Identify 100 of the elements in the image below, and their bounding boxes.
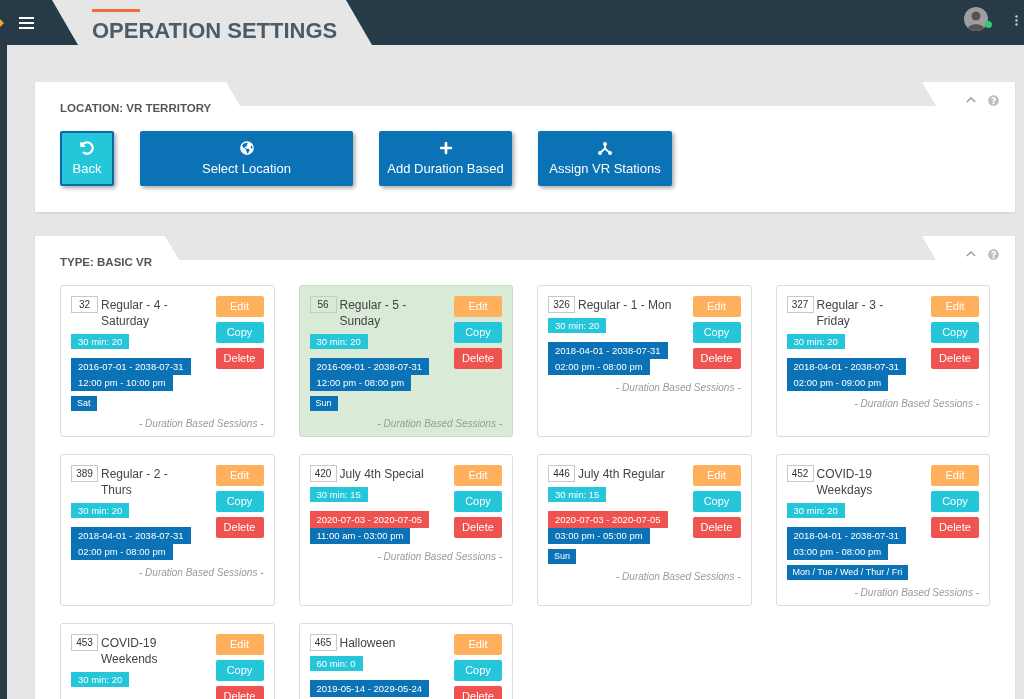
- logo-icon: [0, 18, 4, 27]
- order-input-field[interactable]: 465: [309, 634, 337, 651]
- edit-button[interactable]: Edit: [215, 634, 264, 655]
- time-range-badge: 03:00 pm - 05:00 pm: [548, 528, 650, 544]
- date-range-badge: 2018-04-01 - 2038-07-31: [548, 342, 668, 359]
- page-title: OPERATION SETTINGS: [92, 18, 338, 44]
- time-range-badge: 02:00 pm - 08:00 pm: [548, 359, 650, 375]
- delete-button[interactable]: Delete: [215, 517, 264, 538]
- copy-button[interactable]: Copy: [215, 322, 264, 343]
- date-range-badge: 2016-09-01 - 2038-07-31: [309, 358, 430, 375]
- order-input-field[interactable]: 327: [786, 296, 814, 313]
- session-name: Regular - 2 - Thurs: [101, 466, 169, 498]
- help-icon[interactable]: [988, 94, 999, 106]
- card-footer-note: - Duration Based Sessions -: [139, 418, 264, 430]
- card-footer-note: - Duration Based Sessions -: [854, 398, 979, 410]
- days-badge: Sat: [71, 396, 97, 411]
- delete-button[interactable]: Delete: [692, 348, 741, 369]
- rate-badge: 30 min: 20: [71, 672, 130, 687]
- edit-button[interactable]: Edit: [692, 465, 741, 486]
- order-input-field[interactable]: 452: [786, 465, 814, 482]
- rate-badge: 30 min: 15: [309, 487, 368, 502]
- rate-badge: 30 min: 20: [309, 334, 368, 349]
- rate-badge: 30 min: 15: [548, 487, 607, 502]
- time-range-badge: 02:00 pm - 09:00 pm: [786, 375, 889, 391]
- time-range-badge: 12:00 pm - 10:00 pm: [71, 375, 173, 391]
- card-footer-note: - Duration Based Sessions -: [377, 551, 502, 563]
- collapse-icon[interactable]: [966, 97, 976, 103]
- copy-button[interactable]: Copy: [215, 491, 264, 512]
- card-footer-note: - Duration Based Sessions -: [139, 567, 264, 579]
- rate-badge: 30 min: 20: [71, 503, 130, 518]
- order-input-field[interactable]: 56: [309, 296, 337, 313]
- order-input-field[interactable]: 326: [548, 296, 575, 313]
- time-range-badge: 12:00 pm - 08:00 pm: [309, 375, 412, 391]
- copy-button[interactable]: Copy: [692, 322, 741, 343]
- edit-button[interactable]: Edit: [215, 296, 264, 317]
- session-name: Regular - 1 - Mon: [578, 297, 673, 313]
- time-range-badge: 03:00 pm - 08:00 pm: [786, 544, 889, 560]
- rate-badge: 30 min: 20: [71, 334, 130, 349]
- edit-button[interactable]: Edit: [692, 296, 741, 317]
- branch-nodes-icon: [598, 141, 612, 155]
- copy-button[interactable]: Copy: [454, 491, 502, 512]
- collapse-icon[interactable]: [966, 251, 976, 257]
- copy-button[interactable]: Copy: [692, 491, 741, 512]
- date-range-badge: 2018-04-01 - 2038-07-31: [71, 527, 191, 544]
- days-badge: Sun: [548, 549, 576, 564]
- select-location-button[interactable]: Select Location: [140, 131, 353, 186]
- delete-button[interactable]: Delete: [454, 348, 502, 369]
- undo-icon: [80, 141, 94, 155]
- copy-button[interactable]: Copy: [215, 660, 264, 681]
- plus-icon: [438, 141, 453, 155]
- date-range-badge: 2020-07-03 - 2020-07-05: [309, 511, 430, 528]
- vertical-dots-icon[interactable]: [1015, 15, 1018, 26]
- panel-title: LOCATION: VR TERRITORY: [60, 102, 212, 114]
- order-input-field[interactable]: 389: [71, 465, 98, 482]
- date-range-badge: 2019-05-14 - 2029-05-24: [309, 680, 430, 697]
- copy-button[interactable]: Copy: [454, 322, 502, 343]
- card-footer-note: - Duration Based Sessions -: [616, 382, 741, 394]
- edit-button[interactable]: Edit: [931, 465, 979, 486]
- session-name: July 4th Special: [339, 466, 425, 482]
- days-badge: Mon / Tue / Wed / Thur / Fri: [786, 565, 909, 580]
- delete-button[interactable]: Delete: [692, 517, 741, 538]
- date-range-badge: 2016-07-01 - 2038-07-31: [71, 358, 191, 375]
- order-input-field[interactable]: 453: [71, 634, 98, 651]
- date-range-badge: 2020-07-03 - 2020-07-05: [548, 511, 668, 528]
- assign-stations-button[interactable]: Assign VR Stations: [538, 131, 672, 186]
- session-name: COVID-19 Weekends: [101, 635, 159, 667]
- date-range-badge: 2018-04-01 - 2038-07-31: [786, 527, 907, 544]
- add-duration-button[interactable]: Add Duration Based: [379, 131, 512, 186]
- copy-button[interactable]: Copy: [931, 322, 979, 343]
- edit-button[interactable]: Edit: [215, 465, 264, 486]
- session-name: Regular - 5 - Sunday: [339, 297, 408, 329]
- delete-button[interactable]: Delete: [215, 348, 264, 369]
- session-name: Halloween: [339, 635, 397, 651]
- edit-button[interactable]: Edit: [454, 296, 502, 317]
- order-input-field[interactable]: 420: [309, 465, 337, 482]
- edit-button[interactable]: Edit: [454, 465, 502, 486]
- date-range-badge: 2018-04-01 - 2038-07-31: [786, 358, 907, 375]
- copy-button[interactable]: Copy: [454, 660, 502, 681]
- rate-badge: 30 min: 20: [786, 334, 845, 349]
- menu-icon[interactable]: [19, 16, 34, 29]
- order-input-field[interactable]: 446: [548, 465, 575, 482]
- days-badge: Sun: [309, 396, 338, 411]
- back-button[interactable]: Back: [60, 131, 114, 186]
- session-name: Regular - 4 - Saturday: [101, 297, 169, 329]
- delete-button[interactable]: Delete: [931, 517, 979, 538]
- copy-button[interactable]: Copy: [931, 491, 979, 512]
- avatar-icon[interactable]: [964, 7, 988, 31]
- time-range-badge: 11:00 am - 03:00 pm: [309, 528, 411, 544]
- card-footer-note: - Duration Based Sessions -: [616, 571, 741, 583]
- session-name: Regular - 3 - Friday: [816, 297, 885, 329]
- order-input-field[interactable]: 32: [71, 296, 98, 313]
- session-name: COVID-19 Weekdays: [816, 466, 874, 498]
- help-icon[interactable]: [988, 248, 999, 260]
- edit-button[interactable]: Edit: [454, 634, 502, 655]
- time-range-badge: 02:00 pm - 08:00 pm: [71, 544, 173, 560]
- delete-button[interactable]: Delete: [454, 517, 502, 538]
- card-footer-note: - Duration Based Sessions -: [377, 418, 502, 430]
- delete-button[interactable]: Delete: [931, 348, 979, 369]
- edit-button[interactable]: Edit: [931, 296, 979, 317]
- rate-badge: 30 min: 20: [548, 318, 607, 333]
